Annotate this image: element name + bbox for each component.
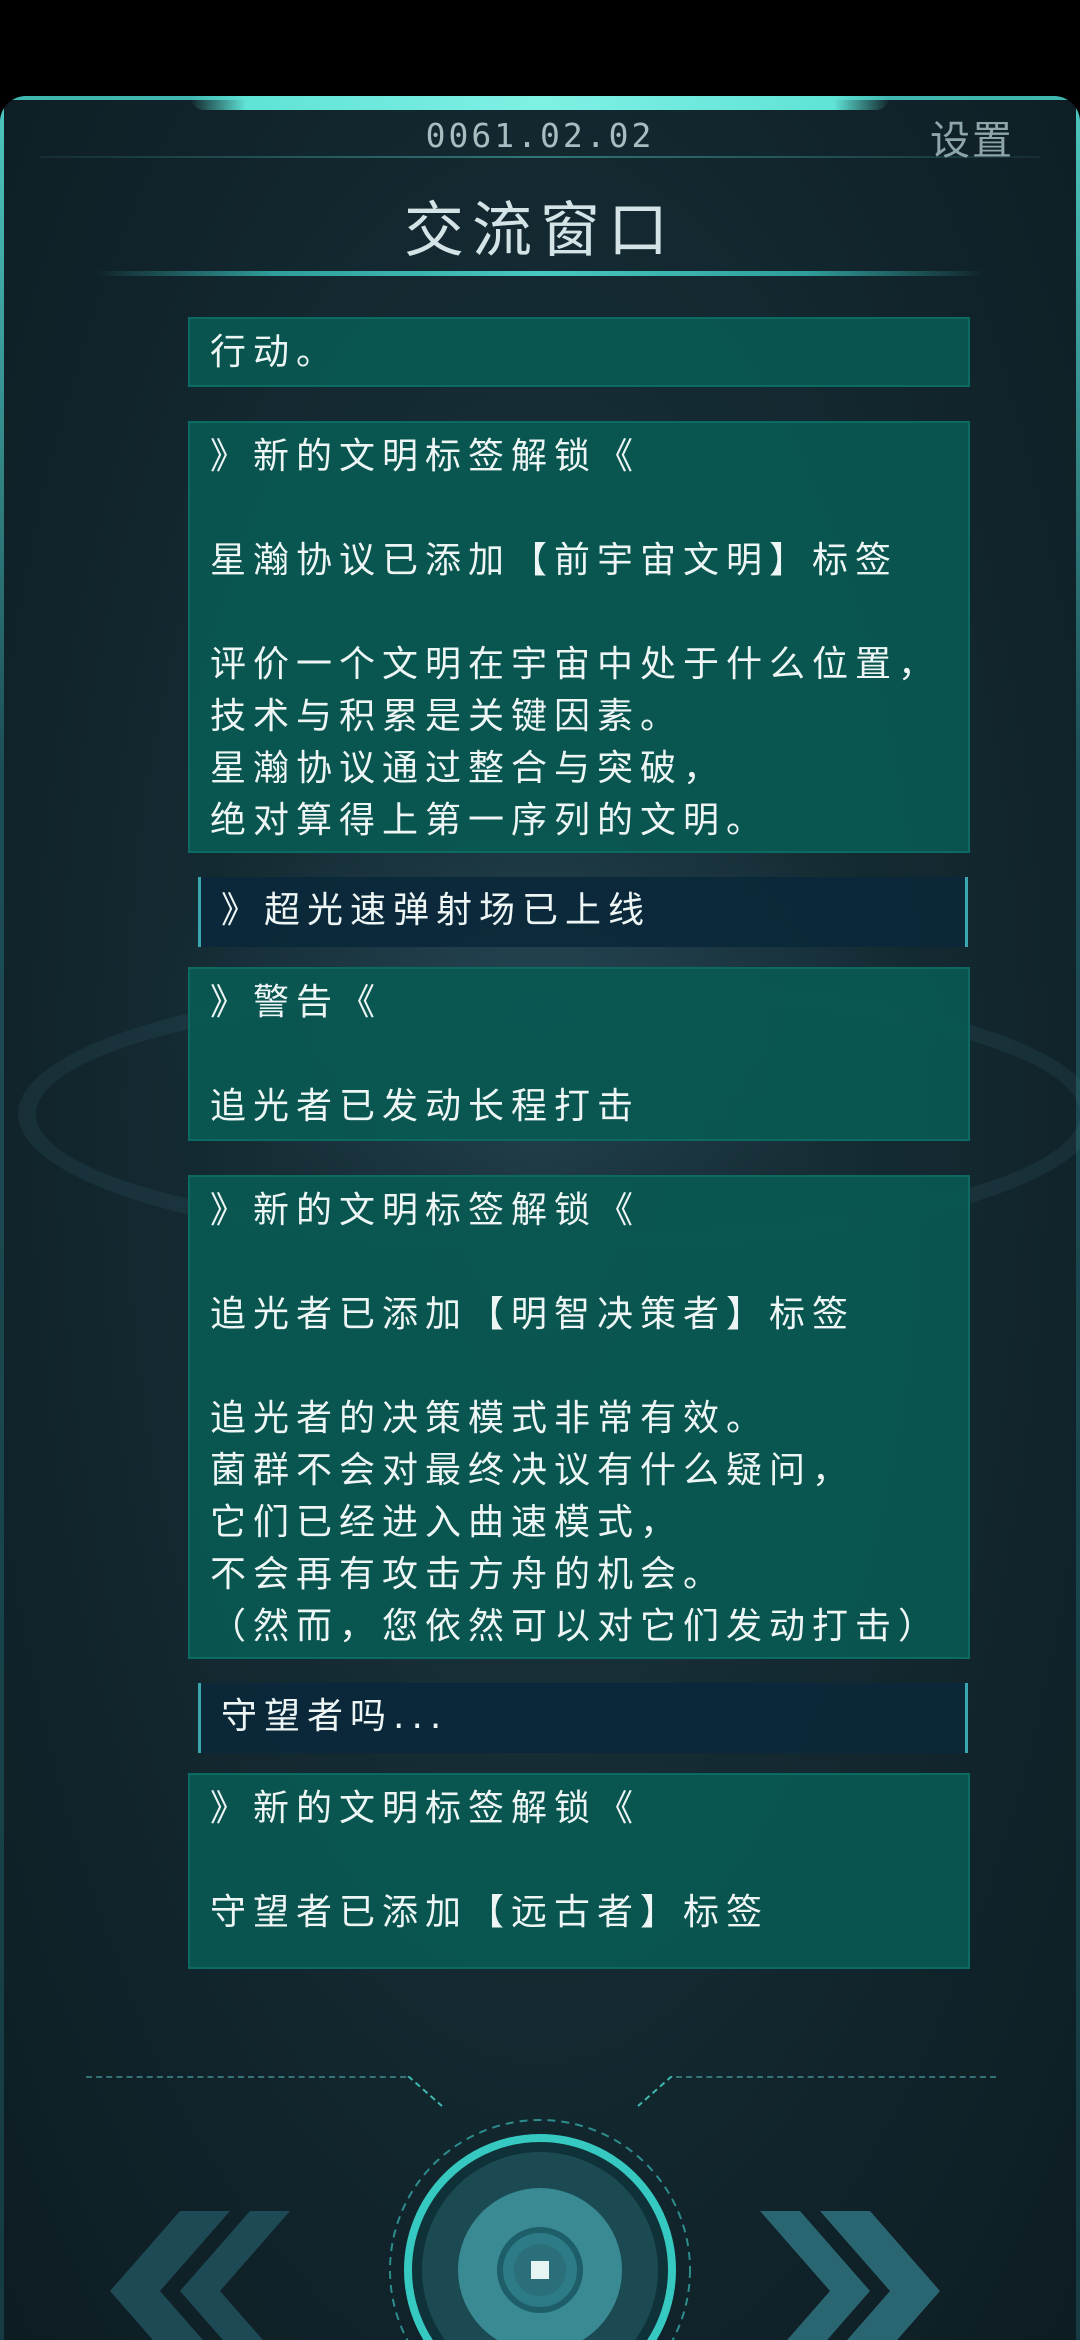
title-underline xyxy=(95,271,985,276)
settings-button[interactable]: 设置 xyxy=(930,108,1014,166)
message-item: 》警告《 追光者已发动长程打击 xyxy=(188,967,970,1141)
center-action-button[interactable] xyxy=(380,2075,700,2340)
status-bar-area xyxy=(0,0,1080,96)
game-date: 0061.02.02 xyxy=(425,116,655,155)
message-item: 行动。 xyxy=(188,317,970,387)
page-title: 交流窗口 xyxy=(404,196,676,266)
message-item: 》新的文明标签解锁《 追光者已添加【明智决策者】标签 追光者的决策模式非常有效。… xyxy=(188,1175,970,1659)
message-item: 》新的文明标签解锁《 守望者已添加【远古者】标签 xyxy=(188,1773,970,1969)
panel-top-glow xyxy=(190,96,890,110)
previous-button[interactable] xyxy=(100,2211,290,2340)
date-divider xyxy=(40,156,1040,158)
controls-divider-right xyxy=(676,2076,996,2078)
controls-divider-left xyxy=(86,2076,406,2078)
panel-frame-right xyxy=(1076,96,1080,2340)
double-chevron-left-icon xyxy=(110,2211,290,2340)
message-item: 守望者吗... xyxy=(198,1683,968,1753)
communication-panel: 0061.02.02 设置 交流窗口 行动。 》新的文明标签解锁《 星瀚协议已添… xyxy=(0,96,1080,2340)
message-item: 》新的文明标签解锁《 星瀚协议已添加【前宇宙文明】标签 评价一个文明在宇宙中处于… xyxy=(188,421,970,853)
double-chevron-right-icon xyxy=(760,2211,940,2340)
message-item: 》超光速弹射场已上线 xyxy=(198,877,968,947)
stop-square-icon xyxy=(389,2075,691,2340)
panel-frame-left xyxy=(0,96,4,2340)
next-button[interactable] xyxy=(760,2211,950,2340)
